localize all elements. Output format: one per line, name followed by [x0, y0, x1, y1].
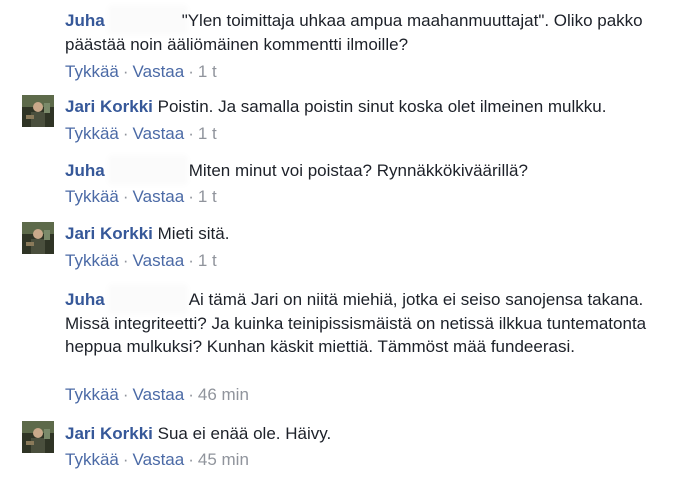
- separator: ·: [188, 385, 194, 404]
- like-button[interactable]: Tykkää: [65, 251, 119, 270]
- comment-author[interactable]: Juha: [65, 11, 105, 30]
- comment-actions: Tykkää · Vastaa · 46 min: [65, 385, 249, 405]
- avatar-photo-icon: [22, 222, 54, 254]
- comment-actions: Tykkää · Vastaa · 1 t: [65, 124, 217, 144]
- comment-text-block: Jari Korkki Sua ei enää ole. Häivy.: [65, 422, 650, 446]
- comment-body: Poistin. Ja samalla poistin sinut koska …: [157, 97, 607, 116]
- comment-text-block: Juha Ai tämä Jari on niitä miehiä, jotka …: [65, 288, 650, 359]
- reply-button[interactable]: Vastaa: [133, 251, 185, 270]
- comment-text-block: Jari Korkki Mieti sitä.: [65, 222, 650, 246]
- separator: ·: [122, 124, 129, 143]
- like-button[interactable]: Tykkää: [65, 385, 119, 404]
- comment-body: Mieti sitä.: [157, 224, 230, 243]
- comment-text-block: Juha Miten minut voi poistaa? Rynnäkkökiv…: [65, 159, 650, 183]
- avatar-photo-icon: [22, 421, 54, 453]
- comment-author[interactable]: Jari Korkki: [65, 224, 153, 243]
- timestamp[interactable]: 46 min: [198, 385, 249, 404]
- avatar[interactable]: [22, 158, 54, 190]
- separator: ·: [188, 62, 194, 81]
- like-button[interactable]: Tykkää: [65, 124, 119, 143]
- avatar[interactable]: [22, 222, 54, 254]
- like-button[interactable]: Tykkää: [65, 62, 119, 81]
- comment-text-block: Jari Korkki Poistin. Ja samalla poistin …: [65, 95, 650, 119]
- comment-author[interactable]: Juha: [65, 290, 105, 309]
- separator: ·: [122, 251, 129, 270]
- timestamp[interactable]: 1 t: [198, 124, 217, 143]
- comment-body: Sua ei enää ole. Häivy.: [157, 424, 332, 443]
- comment-author[interactable]: Jari Korkki: [65, 97, 153, 116]
- comment-actions: Tykkää · Vastaa · 1 t: [65, 62, 217, 82]
- comment-body: "Ylen toimittaja uhkaa ampua maahanmuutt…: [65, 11, 643, 54]
- separator: ·: [188, 187, 194, 206]
- avatar[interactable]: [22, 8, 54, 40]
- comment-author[interactable]: Juha: [65, 161, 105, 180]
- reply-button[interactable]: Vastaa: [133, 187, 185, 206]
- comment-author[interactable]: Jari Korkki: [65, 424, 153, 443]
- separator: ·: [188, 251, 194, 270]
- avatar-photo-icon: [22, 95, 54, 127]
- like-button[interactable]: Tykkää: [65, 450, 119, 469]
- comment-actions: Tykkää · Vastaa · 1 t: [65, 187, 217, 207]
- comment-body: Ai tämä Jari on niitä miehiä, jotka ei s…: [65, 290, 647, 356]
- comment-actions: Tykkää · Vastaa · 1 t: [65, 251, 217, 271]
- avatar[interactable]: [22, 287, 54, 319]
- timestamp[interactable]: 1 t: [198, 187, 217, 206]
- avatar[interactable]: [22, 95, 54, 127]
- separator: ·: [122, 187, 129, 206]
- comment-body: Miten minut voi poistaa? Rynnäkkökivääri…: [188, 161, 528, 180]
- separator: ·: [188, 124, 194, 143]
- like-button[interactable]: Tykkää: [65, 187, 119, 206]
- avatar[interactable]: [22, 421, 54, 453]
- separator: ·: [122, 450, 129, 469]
- comment-actions: Tykkää · Vastaa · 45 min: [65, 450, 249, 470]
- separator: ·: [122, 385, 129, 404]
- separator: ·: [122, 62, 129, 81]
- timestamp[interactable]: 1 t: [198, 251, 217, 270]
- reply-button[interactable]: Vastaa: [133, 124, 185, 143]
- reply-button[interactable]: Vastaa: [133, 385, 185, 404]
- timestamp[interactable]: 45 min: [198, 450, 249, 469]
- timestamp[interactable]: 1 t: [198, 62, 217, 81]
- reply-button[interactable]: Vastaa: [133, 450, 185, 469]
- separator: ·: [188, 450, 194, 469]
- reply-button[interactable]: Vastaa: [133, 62, 185, 81]
- comment-text-block: Juha "Ylen toimittaja uhkaa ampua maahanm…: [65, 9, 650, 56]
